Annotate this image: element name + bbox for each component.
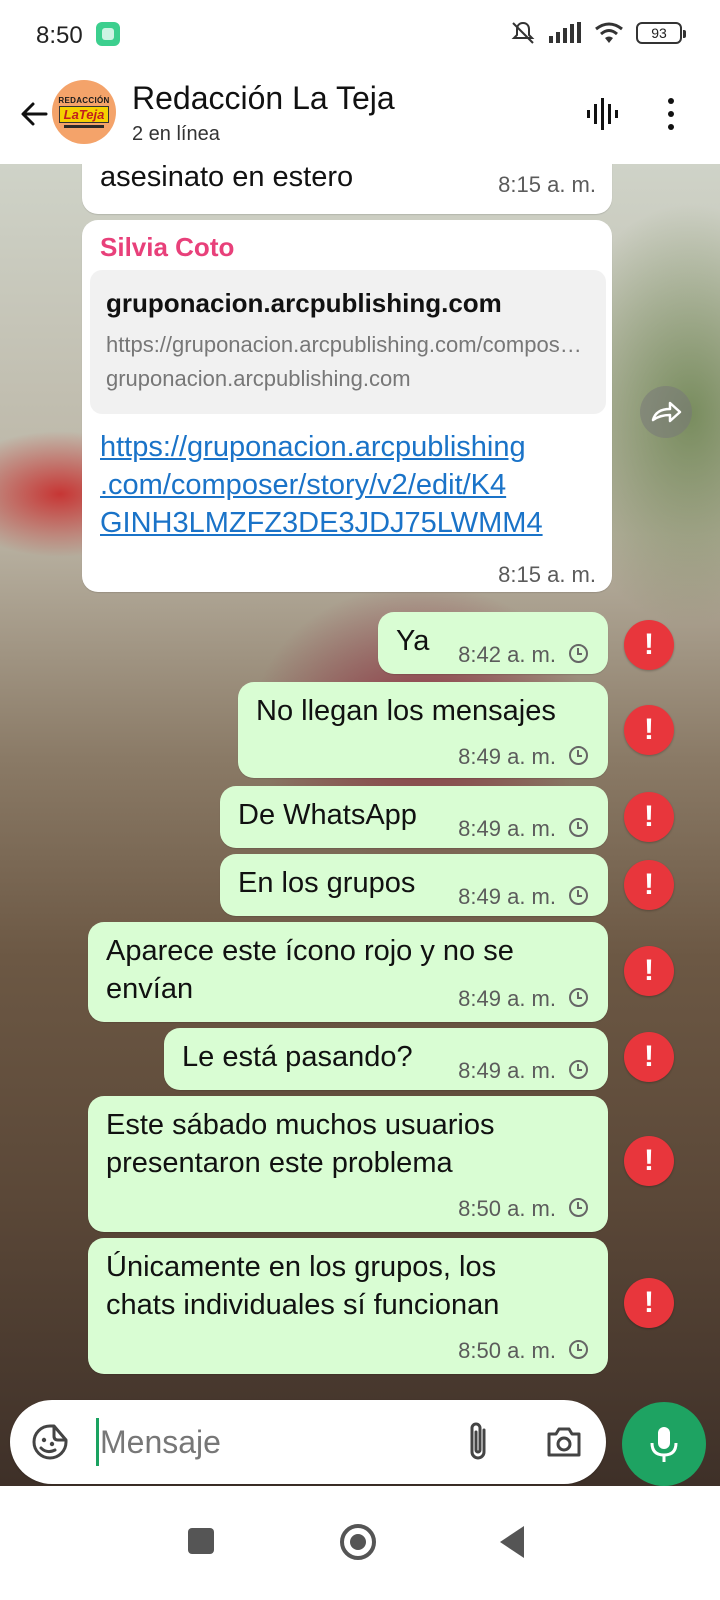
outgoing-message[interactable]: Le está pasando? 8:49 a. m. — [164, 1028, 608, 1090]
message-text-line: presentaron este problema — [106, 1147, 453, 1179]
pending-clock-icon — [569, 1198, 588, 1217]
link-preview-domain: gruponacion.arcpublishing.com — [106, 366, 411, 391]
message-text: asesinato en estero — [100, 164, 354, 193]
chat-header: REDACCIÓN LaTeja Redacción La Teja 2 en … — [0, 68, 720, 164]
wifi-icon — [595, 22, 623, 43]
message-text: Le está pasando? — [182, 1041, 413, 1073]
outgoing-message[interactable]: De WhatsApp 8:49 a. m. — [220, 786, 608, 848]
voice-message-button[interactable] — [622, 1402, 706, 1486]
system-nav-bar — [0, 1486, 720, 1600]
link-line: .com/composer/story/v2/edit/K4 — [100, 469, 507, 501]
online-count: 2 en línea — [132, 123, 220, 145]
pending-clock-icon — [569, 886, 588, 905]
message-text: De WhatsApp — [238, 799, 417, 831]
pending-clock-icon — [569, 818, 588, 837]
camera-button[interactable] — [544, 1422, 584, 1462]
message-link[interactable]: https://gruponacion.arcpublishing .com/c… — [100, 428, 543, 542]
message-error-icon[interactable]: ! — [624, 946, 674, 996]
text-cursor — [96, 1418, 99, 1466]
bell-muted-icon — [511, 21, 535, 44]
voice-chat-button[interactable] — [582, 94, 622, 134]
battery-icon: 93 — [636, 22, 686, 44]
chat-title[interactable]: Redacción La Teja — [132, 80, 395, 117]
message-time: 8:50 a. m. — [458, 1338, 556, 1363]
outgoing-message[interactable]: En los grupos 8:49 a. m. — [220, 854, 608, 916]
message-composer — [10, 1400, 606, 1484]
back-button[interactable] — [12, 92, 56, 136]
pending-clock-icon — [569, 1340, 588, 1359]
message-time: 8:49 a. m. — [458, 816, 556, 841]
system-back-button[interactable] — [500, 1526, 524, 1558]
avatar-caption: REDACCIÓN — [58, 96, 110, 105]
message-error-icon[interactable]: ! — [624, 620, 674, 670]
link-line: https://gruponacion.arcpublishing — [100, 431, 526, 463]
app-notification-icon — [96, 22, 120, 46]
paperclip-icon — [470, 1422, 486, 1460]
outgoing-message[interactable]: Ya 8:42 a. m. — [378, 612, 608, 674]
more-dot — [668, 111, 674, 117]
arrow-left-icon — [21, 102, 48, 126]
attach-button[interactable] — [462, 1420, 496, 1464]
pending-clock-icon — [569, 644, 588, 663]
sender-name[interactable]: Silvia Coto — [100, 232, 234, 263]
signal-icon — [549, 22, 581, 43]
message-time: 8:15 a. m. — [498, 172, 596, 197]
message-text-line: chats individuales sí funcionan — [106, 1289, 500, 1321]
status-icons: 93 — [510, 20, 686, 46]
link-preview[interactable]: gruponacion.arcpublishing.com https://gr… — [90, 270, 606, 414]
outgoing-message[interactable]: Este sábado muchos usuarios presentaron … — [88, 1096, 608, 1232]
incoming-message[interactable]: asesinato en estero 8:15 a. m. — [82, 164, 612, 214]
message-time: 8:49 a. m. — [458, 884, 556, 909]
outgoing-message[interactable]: Únicamente en los grupos, los chats indi… — [88, 1238, 608, 1374]
message-input[interactable] — [100, 1414, 440, 1470]
outgoing-message[interactable]: Aparece este ícono rojo y no se envían 8… — [88, 922, 608, 1022]
message-error-icon[interactable]: ! — [624, 1278, 674, 1328]
message-error-icon[interactable]: ! — [624, 705, 674, 755]
link-line: GINH3LMZFZ3DE3JDJ75LWMM4 — [100, 507, 543, 539]
sticker-button[interactable] — [30, 1422, 70, 1462]
status-time: 8:50 — [36, 22, 83, 49]
pending-clock-icon — [569, 988, 588, 1007]
message-time: 8:50 a. m. — [458, 1196, 556, 1221]
pending-clock-icon — [569, 1060, 588, 1079]
message-error-icon[interactable]: ! — [624, 1032, 674, 1082]
message-text-line: envían — [106, 973, 194, 1005]
microphone-icon — [650, 1427, 678, 1462]
chat-background[interactable]: asesinato en estero 8:15 a. m. Silvia Co… — [0, 164, 720, 1486]
message-error-icon[interactable]: ! — [624, 792, 674, 842]
sticker-icon — [32, 1424, 68, 1460]
home-button[interactable] — [340, 1524, 376, 1560]
camera-icon — [547, 1427, 581, 1457]
audio-wave-icon — [587, 98, 618, 130]
more-options-button[interactable] — [656, 94, 686, 134]
message-time: 8:49 a. m. — [458, 1058, 556, 1083]
message-error-icon[interactable]: ! — [624, 860, 674, 910]
message-time: 8:42 a. m. — [458, 642, 556, 667]
message-text-line: Únicamente en los grupos, los — [106, 1251, 497, 1283]
status-bar: 8:50 93 — [0, 0, 720, 68]
pending-clock-icon — [569, 746, 588, 765]
message-text: Ya — [396, 625, 430, 657]
outgoing-message[interactable]: No llegan los mensajes 8:49 a. m. — [238, 682, 608, 778]
recents-button[interactable] — [188, 1528, 214, 1554]
message-error-icon[interactable]: ! — [624, 1136, 674, 1186]
message-time: 8:49 a. m. — [458, 744, 556, 769]
avatar-logo: LaTeja — [58, 106, 110, 123]
message-text: No llegan los mensajes — [256, 695, 556, 727]
link-preview-title: gruponacion.arcpublishing.com — [106, 288, 502, 318]
message-text-line: Aparece este ícono rojo y no se — [106, 935, 514, 967]
more-dot — [668, 124, 674, 130]
message-text-line: Este sábado muchos usuarios — [106, 1109, 495, 1141]
forward-icon — [651, 401, 682, 423]
more-dot — [668, 98, 674, 104]
incoming-link-message[interactable]: Silvia Coto gruponacion.arcpublishing.co… — [82, 220, 612, 592]
forward-button[interactable] — [640, 386, 692, 438]
message-time: 8:15 a. m. — [498, 562, 596, 587]
group-avatar[interactable]: REDACCIÓN LaTeja — [52, 80, 116, 144]
message-time: 8:49 a. m. — [458, 986, 556, 1011]
link-preview-url: https://gruponacion.arcpublishing.com/co… — [106, 332, 590, 357]
message-text: En los grupos — [238, 867, 416, 899]
avatar-stripe — [64, 125, 104, 128]
